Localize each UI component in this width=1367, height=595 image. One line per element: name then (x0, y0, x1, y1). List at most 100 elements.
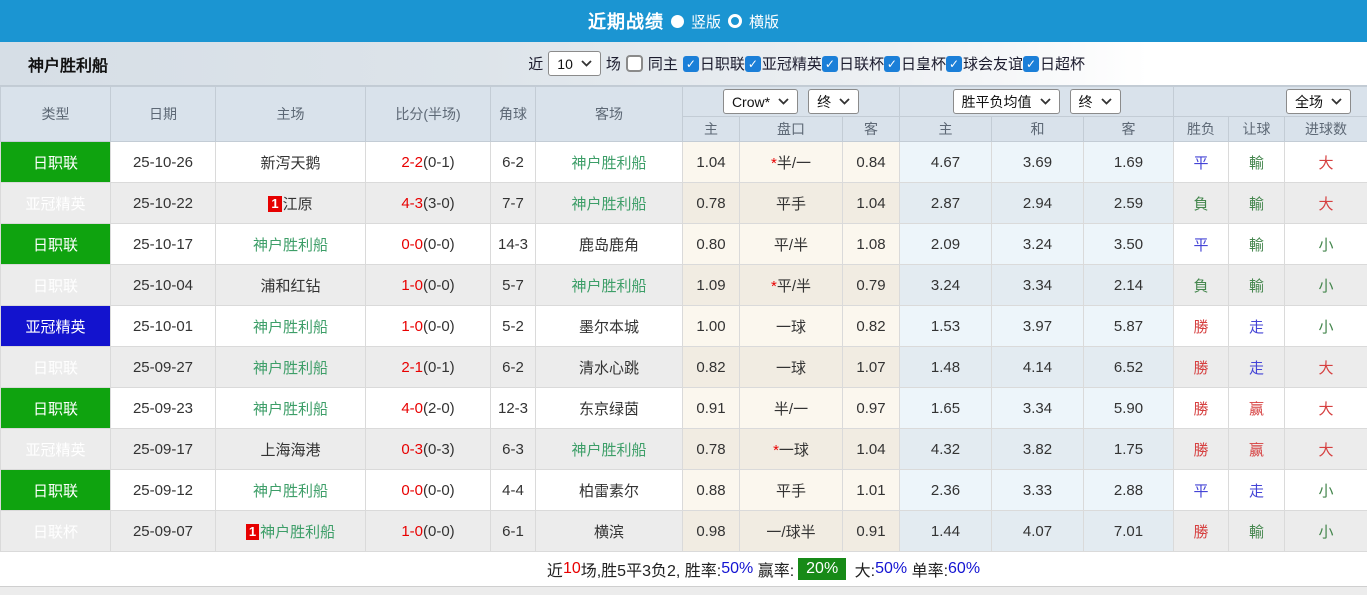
checkbox-checked-icon[interactable]: ✓ (883, 55, 900, 72)
avg-draw: 4.07 (991, 510, 1085, 552)
avg-lose: 3.50 (1083, 223, 1175, 265)
score-cell: 0-3(0-3) (365, 428, 491, 470)
checkbox-checked-icon[interactable]: ✓ (682, 55, 699, 72)
avg-period-select[interactable]: 终 (1069, 89, 1121, 114)
table-row: 日职联 25-09-12 神户胜利船 0-0(0-0) 4-4 柏雷素尔 0.8… (0, 469, 1367, 511)
chevron-down-icon (1331, 98, 1342, 105)
odds-away: 0.97 (841, 387, 901, 429)
result-handicap: 走 (1228, 305, 1286, 347)
subheader-avg-lose: 客 (1083, 116, 1175, 142)
away-team: 神户胜利船 (535, 428, 683, 470)
result-handicap: 輸 (1228, 182, 1286, 224)
team-name-text: 神户胜利船 (571, 154, 647, 172)
league-filter[interactable]: ✓ 日超杯 (1022, 53, 1085, 74)
scope-select[interactable]: 全场 (1286, 89, 1352, 114)
summary-text: 10 (562, 560, 581, 577)
avg-source-select[interactable]: 胜平负均值 (952, 89, 1060, 114)
league-filter[interactable]: ✓ 球会友谊 (945, 53, 1023, 74)
league-filters: ✓ 日职联 ✓ 亚冠精英 ✓ 日联杯 ✓ 日皇杯 ✓ 球会友谊 ✓ 日超杯 (682, 53, 1085, 74)
result-wdl: 勝 (1173, 305, 1230, 347)
result-handicap: 輸 (1228, 141, 1286, 183)
odds-home: 1.04 (682, 141, 740, 183)
league-filter[interactable]: ✓ 日联杯 (821, 53, 884, 74)
table-row: 日职联 25-10-26 新泻天鹅 2-2(0-1) 6-2 神户胜利船 1.0… (0, 141, 1367, 183)
match-date: 25-09-07 (110, 510, 216, 552)
subheader-goals: 进球数 (1284, 116, 1367, 142)
same-home-checkbox-unchecked[interactable] (625, 55, 643, 72)
score-cell: 1-0(0-0) (365, 305, 491, 347)
halftime-score: (0-0) (423, 235, 455, 253)
radio-horizontal-icon[interactable] (728, 14, 742, 28)
league-filter[interactable]: ✓ 日皇杯 (883, 53, 946, 74)
results-table: 类型 日期 主场 比分(半场) 角球 客场 Crow* 终 胜平负均值 终 全场… (0, 86, 1367, 552)
match-count-select[interactable]: 10 (548, 51, 601, 76)
summary-bar: 近 10 场,胜5平3负2, 胜率: 50% 赢率: 20% 大: 50% 单率: 60% (0, 552, 1367, 586)
away-team: 柏雷素尔 (535, 469, 683, 511)
halftime-score: (0-0) (423, 481, 455, 499)
column-header-date: 日期 (110, 86, 216, 142)
home-team: 神户胜利船 (215, 305, 366, 347)
team-name-text: 新泻天鹅 (260, 154, 321, 172)
league-filter-label[interactable]: 日职联 (700, 53, 745, 74)
column-header-away: 客场 (535, 86, 683, 142)
match-date: 25-10-26 (110, 141, 216, 183)
checkbox-checked-icon[interactable]: ✓ (744, 55, 761, 72)
handicap: *半/一 (739, 141, 843, 183)
team-name-text: 神户胜利船 (571, 277, 647, 295)
avg-lose: 5.87 (1083, 305, 1175, 347)
odds-period-select[interactable]: 终 (808, 89, 860, 114)
checkbox-checked-icon[interactable]: ✓ (945, 55, 962, 72)
odds-home: 0.98 (682, 510, 740, 552)
league-filter-label[interactable]: 日超杯 (1040, 53, 1085, 74)
league-badge: 日职联 (0, 264, 111, 306)
result-wdl: 勝 (1173, 510, 1230, 552)
odds-home: 0.80 (682, 223, 740, 265)
odds-away: 1.04 (841, 182, 901, 224)
filter-bar: 神户胜利船 近 10 场 同主 ✓ 日职联 ✓ 亚冠精英 ✓ 日联杯 ✓ 日皇杯 ✓ 球会友谊 ✓ 日… (0, 42, 1367, 86)
league-filter[interactable]: ✓ 亚冠精英 (744, 53, 822, 74)
team-name-text: 鹿岛鹿角 (578, 236, 639, 254)
fulltime-score: 2-2 (401, 153, 423, 171)
team-name-text: 神户胜利船 (252, 482, 328, 500)
match-date: 25-09-23 (110, 387, 216, 429)
table-row: 日职联 25-09-27 神户胜利船 2-1(0-1) 6-2 清水心跳 0.8… (0, 346, 1367, 388)
radio-horizontal-label[interactable]: 横版 (749, 11, 779, 32)
summary-text: 20% (798, 558, 847, 580)
avg-group-header: 胜平负均值 终 (899, 86, 1175, 117)
odds-source-select[interactable]: Crow* (722, 89, 799, 114)
league-badge: 亚冠精英 (0, 182, 111, 224)
league-filter-label[interactable]: 亚冠精英 (762, 53, 822, 74)
checkbox-checked-icon[interactable]: ✓ (1022, 55, 1039, 72)
same-home-label[interactable]: 同主 (648, 53, 678, 74)
corner-score: 6-2 (490, 141, 536, 183)
result-handicap: 赢 (1228, 387, 1286, 429)
away-team: 东京绿茵 (535, 387, 683, 429)
avg-win: 3.24 (899, 264, 993, 306)
radio-vertical-selected-icon[interactable] (670, 14, 684, 28)
halftime-score: (0-0) (423, 317, 455, 335)
odds-home: 0.88 (682, 469, 740, 511)
league-filter-label[interactable]: 日皇杯 (901, 53, 946, 74)
handicap: 平手 (739, 182, 843, 224)
home-team: 神户胜利船 (215, 469, 366, 511)
away-team: 清水心跳 (535, 346, 683, 388)
result-group-header: 全场 (1173, 86, 1367, 117)
league-filter-label[interactable]: 日联杯 (839, 53, 884, 74)
radio-vertical-label[interactable]: 竖版 (691, 11, 721, 32)
league-filter-label[interactable]: 球会友谊 (963, 53, 1023, 74)
result-goals: 大 (1284, 387, 1367, 429)
bottom-strip (0, 586, 1367, 595)
column-header-corner: 角球 (490, 86, 536, 142)
result-goals: 大 (1284, 141, 1367, 183)
away-team: 神户胜利船 (535, 264, 683, 306)
avg-draw: 4.14 (991, 346, 1085, 388)
corner-score: 6-3 (490, 428, 536, 470)
odds-home: 0.91 (682, 387, 740, 429)
score-cell: 1-0(0-0) (365, 264, 491, 306)
league-filter[interactable]: ✓ 日职联 (682, 53, 745, 74)
result-goals: 大 (1284, 182, 1367, 224)
team-name-text: 神户胜利船 (252, 236, 328, 254)
avg-draw: 3.69 (991, 141, 1085, 183)
avg-lose: 6.52 (1083, 346, 1175, 388)
checkbox-checked-icon[interactable]: ✓ (821, 55, 838, 72)
